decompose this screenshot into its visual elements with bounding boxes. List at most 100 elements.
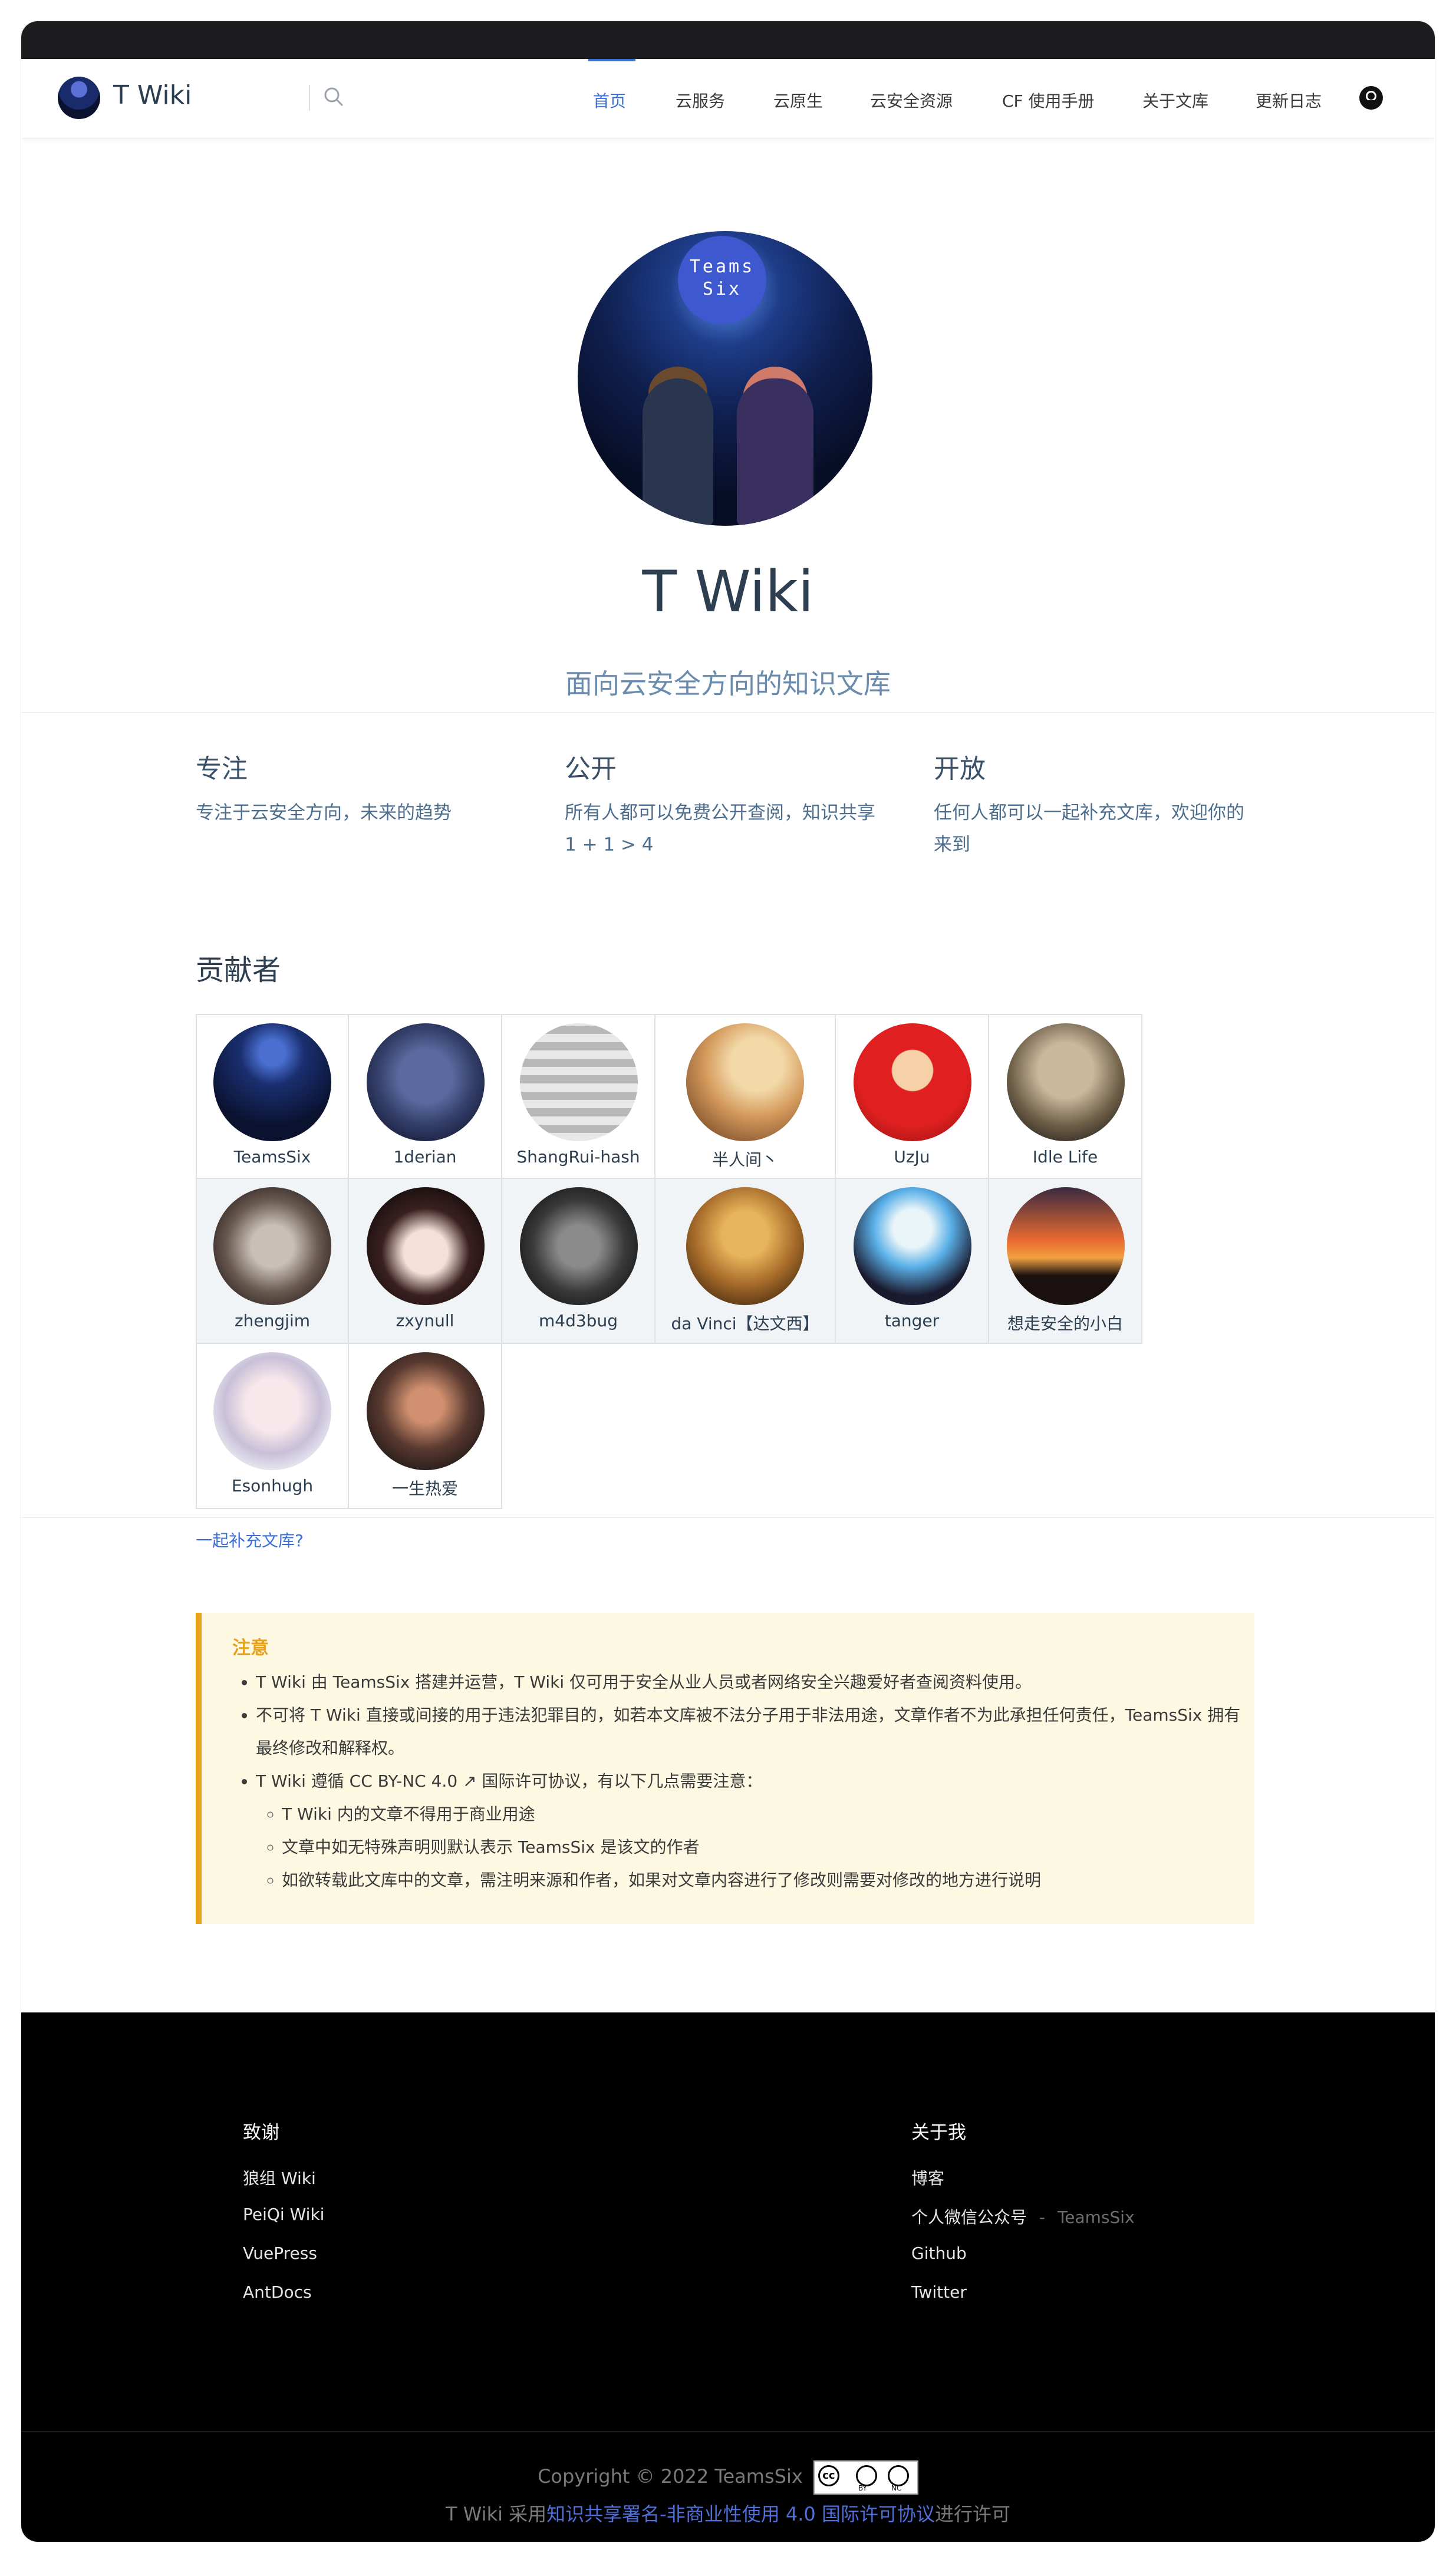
contributor-cell[interactable]: 1derian [348, 1014, 502, 1179]
feature-title: 专注 [196, 754, 248, 784]
feature-text: 任何人都可以一起补充文库，欢迎你的来到 [934, 802, 1244, 855]
contributor-cell[interactable]: TeamsSix [196, 1014, 349, 1179]
feature-openness: 开放 任何人都可以一起补充文库，欢迎你的来到 [934, 747, 1258, 861]
contributors-heading: 贡献者 [196, 954, 281, 987]
contributor-cell[interactable]: zhengjim [196, 1178, 349, 1344]
contributor-cell[interactable]: zxynull [348, 1178, 502, 1344]
hero-description: 面向云安全方向的知识文库 [565, 668, 891, 700]
contributor-name: tanger [884, 1311, 940, 1330]
contributor-avatar [213, 1352, 331, 1470]
contributor-avatar [686, 1187, 804, 1305]
footer-link-github[interactable]: Github [911, 2244, 967, 2263]
nav-item-cloud-security-resources[interactable]: 云安全资源 [870, 88, 953, 112]
footer-link-twitter[interactable]: Twitter [911, 2282, 967, 2302]
notice-subitem: 文章中如无特殊声明则默认表示 TeamsSix 是该文的作者 [282, 1831, 1246, 1864]
contributor-name: UzJu [894, 1147, 930, 1167]
footer: 致谢 狼组 Wiki PeiQi Wiki VuePress AntDocs 关… [21, 2012, 1435, 2542]
contributor-avatar [1007, 1023, 1125, 1141]
contribute-link[interactable]: 一起补充文库? [196, 1528, 304, 1551]
nc-icon [887, 2465, 909, 2486]
contributor-cell[interactable]: 想走安全的小白 [988, 1178, 1142, 1344]
contributor-cell[interactable]: 半人间丶 [654, 1014, 836, 1179]
teamssix-badge: Teams Six [678, 236, 766, 324]
feature-text: 专注于云安全方向，未来的趋势 [196, 802, 452, 823]
feature-title: 开放 [934, 754, 986, 784]
notice-title: 注意 [232, 1638, 269, 1659]
nav-item-cloud-services[interactable]: 云服务 [676, 88, 725, 112]
contributor-avatar [520, 1187, 638, 1305]
contributor-avatar [213, 1023, 331, 1141]
hero-title: T Wiki [642, 559, 814, 625]
contributor-cell[interactable]: ShangRui-hash [501, 1014, 655, 1179]
nav-item-about[interactable]: 关于文库 [1142, 88, 1208, 112]
footer-divider [21, 2431, 1435, 2432]
contributor-name: zhengjim [234, 1311, 311, 1330]
contributor-cell[interactable]: tanger [835, 1178, 989, 1344]
contributor-avatar [686, 1023, 804, 1141]
contributor-cell[interactable]: Idle Life [988, 1014, 1142, 1179]
contributor-name: Idle Life [1032, 1147, 1098, 1167]
feature-focus: 专注 专注于云安全方向，未来的趋势 [196, 747, 520, 829]
notice-subitem: T Wiki 内的文章不得用于商业用途 [282, 1798, 1246, 1831]
divider [21, 1517, 1435, 1518]
contributor-avatar [854, 1023, 971, 1141]
contributor-avatar [367, 1187, 485, 1305]
contributor-name: Esonhugh [231, 1476, 314, 1495]
window-top-bar [21, 21, 1435, 59]
copyright: Copyright © 2022 TeamsSix cc BY NC [21, 2460, 1435, 2495]
contributor-cell[interactable]: m4d3bug [501, 1178, 655, 1344]
feature-open: 公开 所有人都可以免费公开查阅，知识共享 1 + 1 > 4 [565, 747, 889, 861]
cc-icon: cc [818, 2465, 839, 2486]
footer-link-antdocs[interactable]: AntDocs [243, 2282, 312, 2302]
feature-title: 公开 [565, 754, 617, 784]
site-brand[interactable]: T Wiki [113, 80, 192, 110]
nav-item-cloud-native[interactable]: 云原生 [773, 88, 823, 112]
contributor-name: 1derian [393, 1147, 457, 1167]
feature-text: 所有人都可以免费公开查阅，知识共享 1 + 1 > 4 [565, 802, 875, 855]
nav-active-indicator [588, 59, 635, 61]
notice-box: 注意 T Wiki 由 TeamsSix 搭建并运营，T Wiki 仅可用于安全… [196, 1613, 1254, 1924]
contributor-avatar [854, 1187, 971, 1305]
nav-item-cf-manual[interactable]: CF 使用手册 [1002, 88, 1095, 112]
search-divider [309, 85, 310, 111]
footer-link-blog[interactable]: 博客 [911, 2166, 944, 2189]
contributor-name: 半人间丶 [711, 1150, 778, 1170]
contributor-avatar [1007, 1187, 1125, 1305]
cc-license-badge[interactable]: cc BY NC [813, 2460, 918, 2495]
contributor-cell[interactable]: UzJu [835, 1014, 989, 1179]
notice-item: T Wiki 由 TeamsSix 搭建并运营，T Wiki 仅可用于安全从业人… [256, 1666, 1246, 1699]
contributor-name: 想走安全的小白 [1007, 1314, 1123, 1333]
by-icon [855, 2465, 877, 2486]
divider [21, 712, 1435, 713]
contributor-name: m4d3bug [539, 1311, 618, 1330]
notice-sublist: T Wiki 内的文章不得用于商业用途 文章中如无特殊声明则默认表示 Teams… [256, 1798, 1246, 1897]
license-link[interactable]: 知识共享署名-非商业性使用 4.0 国际许可协议 [546, 2503, 935, 2525]
nav-item-home[interactable]: 首页 [593, 88, 626, 112]
footer-link-vuepress[interactable]: VuePress [243, 2244, 317, 2263]
notice-subitem: 如欲转载此文库中的文章，需注明来源和作者，如果对文章内容进行了修改则需要对修改的… [282, 1864, 1246, 1897]
contributor-name: 一生热爱 [391, 1479, 458, 1498]
footer-link-wechat[interactable]: 个人微信公众号 - TeamsSix [911, 2205, 1135, 2228]
footer-about-title: 关于我 [911, 2122, 966, 2143]
footer-thanks-title: 致谢 [243, 2122, 279, 2143]
contributor-avatar [367, 1352, 485, 1470]
site-logo[interactable] [58, 77, 100, 119]
contributor-cell[interactable]: Esonhugh [196, 1343, 349, 1509]
notice-list: T Wiki 由 TeamsSix 搭建并运营，T Wiki 仅可用于安全从业人… [232, 1666, 1246, 1897]
contributor-cell[interactable]: da Vinci【达文西】 [654, 1178, 836, 1344]
contributor-name: TeamsSix [233, 1147, 311, 1167]
contributor-avatar [213, 1187, 331, 1305]
contributor-avatar [520, 1023, 638, 1141]
nav-item-changelog[interactable]: 更新日志 [1256, 88, 1322, 112]
github-icon[interactable] [1358, 85, 1384, 111]
license-text: T Wiki 采用知识共享署名-非商业性使用 4.0 国际许可协议进行许可 [446, 2503, 1010, 2525]
notice-item: 不可将 T Wiki 直接或间接的用于违法犯罪目的，如若本文库被不法分子用于非法… [256, 1699, 1246, 1765]
contributor-cell[interactable]: 一生热爱 [348, 1343, 502, 1509]
contributor-name: zxynull [396, 1311, 454, 1330]
footer-link-wolfgroup[interactable]: 狼组 Wiki [243, 2166, 316, 2189]
footer-link-peiqi[interactable]: PeiQi Wiki [243, 2205, 324, 2224]
contributor-avatar [367, 1023, 485, 1141]
navbar: T Wiki 首页 云服务 云原生 云安全资源 CF 使用手册 关于文库 更新日… [21, 59, 1435, 139]
search-icon[interactable] [322, 85, 345, 108]
browser-window: T Wiki 首页 云服务 云原生 云安全资源 CF 使用手册 关于文库 更新日… [21, 21, 1435, 2542]
